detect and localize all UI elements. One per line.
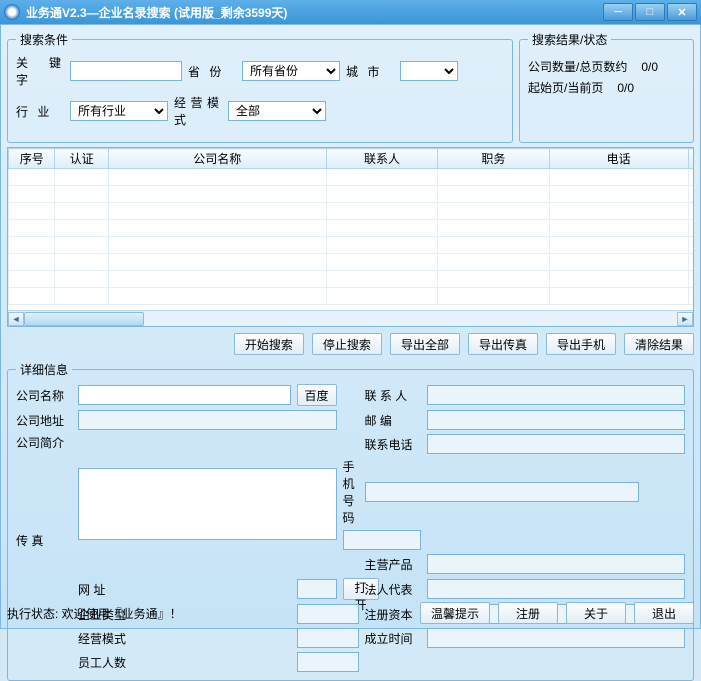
mode-select[interactable]: 全部 (228, 101, 326, 121)
export-all-button[interactable]: 导出全部 (390, 333, 460, 355)
col-company[interactable]: 公司名称 (108, 149, 326, 169)
register-button[interactable]: 注册 (498, 602, 558, 624)
exit-button[interactable]: 退出 (634, 602, 694, 624)
legal-label: 法人代表 (365, 581, 421, 598)
mobile-label: 手机号码 (343, 458, 359, 526)
about-button[interactable]: 关于 (566, 602, 626, 624)
province-select[interactable]: 所有省份 (242, 61, 340, 81)
legal-field[interactable] (427, 579, 686, 599)
clear-results-button[interactable]: 清除结果 (624, 333, 694, 355)
horizontal-scrollbar[interactable]: ◄ ► (8, 310, 693, 326)
phone-field[interactable] (427, 434, 686, 454)
website-label: 网 址 (78, 581, 291, 598)
search-legend: 搜索条件 (16, 31, 72, 48)
app-body: 搜索条件 关 键 字 省 份 所有省份 城 市 行 业 所有行业 经营模 (0, 24, 701, 629)
employees-label: 员工人数 (78, 654, 291, 671)
window-buttons: ─ □ ✕ (603, 3, 697, 21)
province-label: 省 份 (188, 63, 236, 80)
table-row[interactable] (9, 254, 695, 271)
page-label: 起始页/当前页 (528, 81, 603, 95)
intro-field[interactable] (78, 468, 337, 540)
details-group: 详细信息 公司名称 百度 联 系 人 公司地址 邮 编 公司简介 联系电话 手机… (7, 361, 694, 681)
close-button[interactable]: ✕ (667, 3, 697, 21)
table-row[interactable] (9, 169, 695, 186)
results-grid[interactable]: 序号 认证 公司名称 联系人 职务 电话 手机 ◄ ► (7, 147, 694, 327)
col-seq[interactable]: 序号 (9, 149, 55, 169)
fax-label: 传 真 (16, 532, 72, 549)
search-status-group: 搜索结果/状态 公司数量/总页数约 0/0 起始页/当前页 0/0 (519, 31, 694, 143)
table-row[interactable] (9, 288, 695, 305)
table-row[interactable] (9, 271, 695, 288)
address-field[interactable] (78, 410, 337, 430)
page-value: 0/0 (607, 81, 645, 95)
mode-label: 经营模式 (174, 94, 222, 128)
city-label: 城 市 (346, 63, 394, 80)
website-field[interactable] (297, 579, 337, 599)
contact-label: 联 系 人 (365, 387, 421, 404)
col-cert[interactable]: 认证 (55, 149, 108, 169)
window-title: 业务通V2.3—企业名录搜索 (试用版_剩余3599天) (26, 4, 603, 21)
phone-label: 联系电话 (365, 436, 421, 453)
company-name-field[interactable] (78, 385, 291, 405)
scroll-left-icon[interactable]: ◄ (8, 312, 24, 326)
export-mobile-button[interactable]: 导出手机 (546, 333, 616, 355)
minimize-button[interactable]: ─ (603, 3, 633, 21)
status-legend: 搜索结果/状态 (528, 31, 611, 48)
stop-search-button[interactable]: 停止搜索 (312, 333, 382, 355)
table-row[interactable] (9, 186, 695, 203)
mobile-field[interactable] (365, 482, 640, 502)
city-select[interactable] (400, 61, 458, 81)
fax-field[interactable] (343, 530, 421, 550)
scroll-right-icon[interactable]: ► (677, 312, 693, 326)
zip-label: 邮 编 (365, 412, 421, 429)
export-fax-button[interactable]: 导出传真 (468, 333, 538, 355)
intro-label: 公司简介 (16, 434, 72, 451)
start-search-button[interactable]: 开始搜索 (234, 333, 304, 355)
exec-status: 执行状态: 欢迎使用『业务通』！ (7, 605, 412, 622)
bottom-bar: 执行状态: 欢迎使用『业务通』！ 温馨提示 注册 关于 退出 (7, 602, 694, 624)
details-legend: 详细信息 (16, 361, 72, 378)
titlebar: 业务通V2.3—企业名录搜索 (试用版_剩余3599天) ─ □ ✕ (0, 0, 701, 24)
search-conditions-group: 搜索条件 关 键 字 省 份 所有省份 城 市 行 业 所有行业 经营模 (7, 31, 513, 143)
tips-button[interactable]: 温馨提示 (420, 602, 490, 624)
col-contact[interactable]: 联系人 (326, 149, 437, 169)
address-label: 公司地址 (16, 412, 72, 429)
zip-field[interactable] (427, 410, 686, 430)
scroll-thumb[interactable] (24, 312, 144, 326)
table-row[interactable] (9, 237, 695, 254)
action-buttons: 开始搜索 停止搜索 导出全部 导出传真 导出手机 清除结果 (7, 333, 694, 355)
company-name-label: 公司名称 (16, 387, 72, 404)
app-icon (4, 4, 20, 20)
industry-select[interactable]: 所有行业 (70, 101, 168, 121)
keyword-label: 关 键 字 (16, 54, 64, 88)
count-value: 0/0 (631, 60, 669, 74)
contact-field[interactable] (427, 385, 686, 405)
biz-mode-label: 经营模式 (78, 630, 291, 647)
count-label: 公司数量/总页数约 (528, 60, 627, 74)
products-field[interactable] (427, 554, 686, 574)
col-phone[interactable]: 电话 (549, 149, 688, 169)
table-row[interactable] (9, 220, 695, 237)
col-title[interactable]: 职务 (438, 149, 549, 169)
keyword-input[interactable] (70, 61, 182, 81)
founded-field[interactable] (427, 628, 686, 648)
biz-mode-field[interactable] (297, 628, 359, 648)
employees-field[interactable] (297, 652, 359, 672)
founded-label: 成立时间 (365, 630, 421, 647)
maximize-button[interactable]: □ (635, 3, 665, 21)
col-mobile[interactable]: 手机 (688, 149, 694, 169)
table-row[interactable] (9, 203, 695, 220)
industry-label: 行 业 (16, 103, 64, 120)
products-label: 主营产品 (365, 556, 421, 573)
baidu-button[interactable]: 百度 (297, 384, 337, 406)
